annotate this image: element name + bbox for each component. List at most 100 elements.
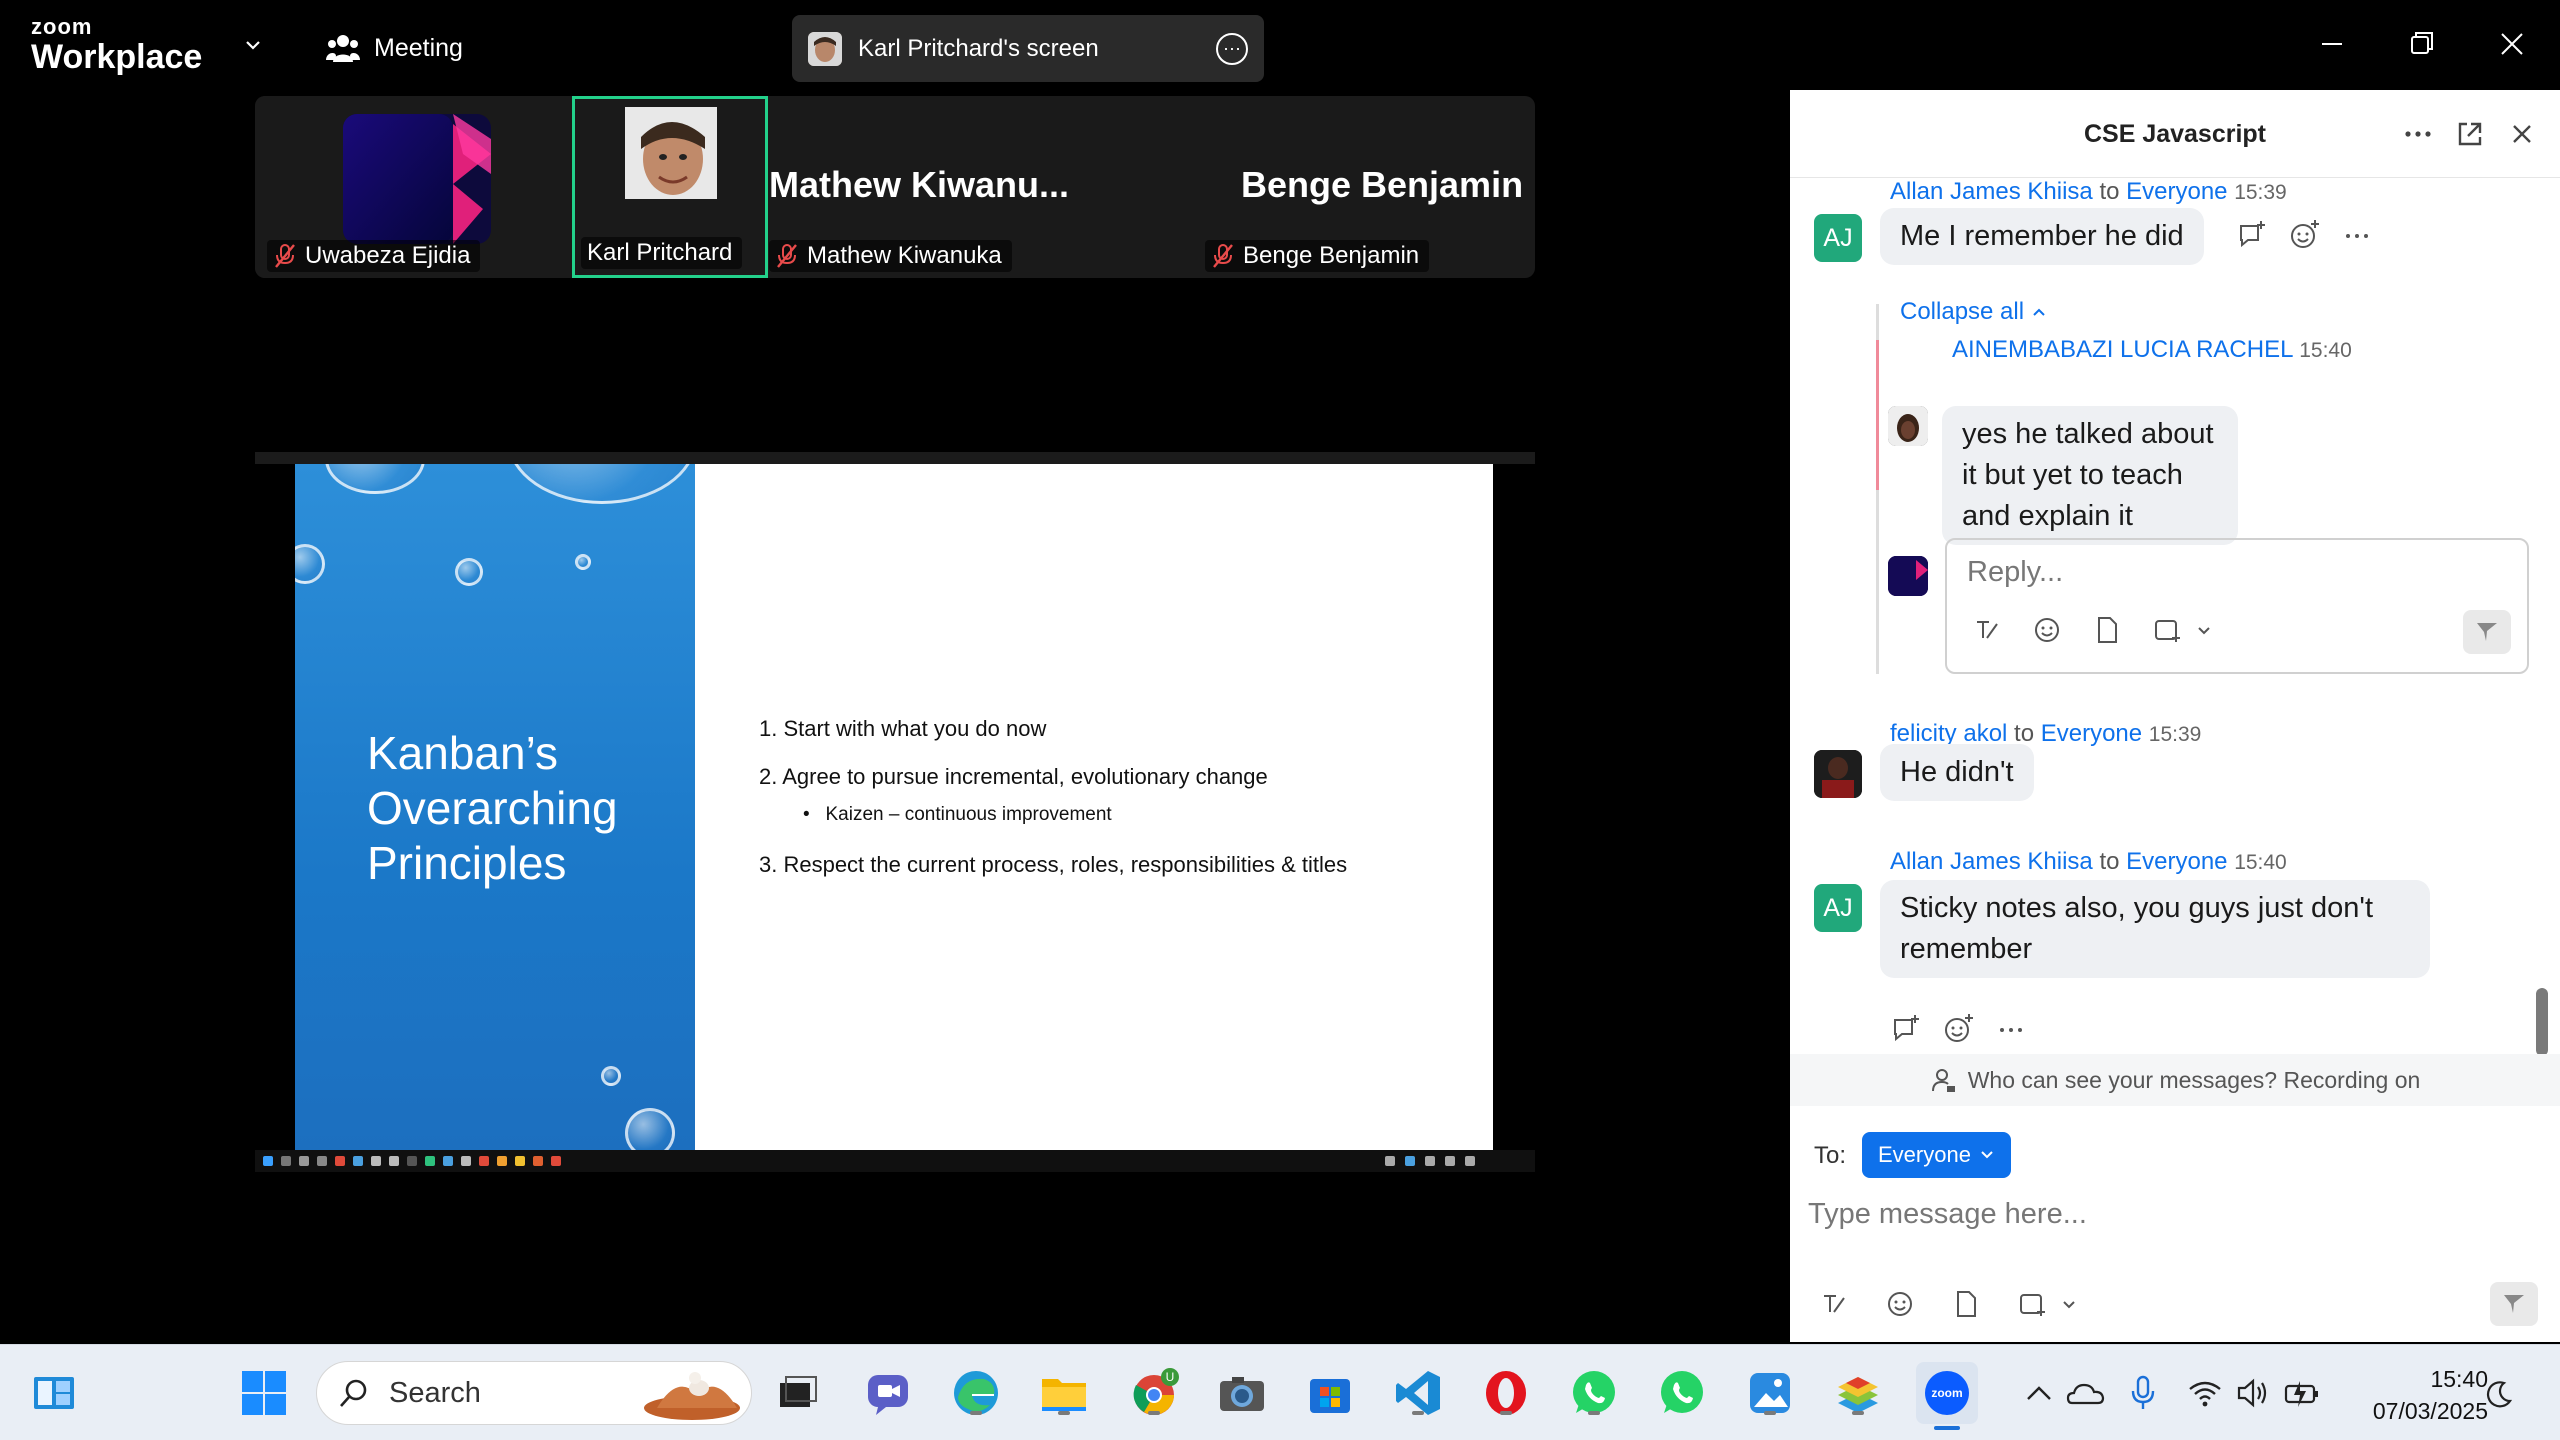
message-bubble[interactable]: He didn't xyxy=(1880,744,2034,801)
participant-display-name: Mathew Kiwanu... xyxy=(769,164,1070,205)
reply-thread-icon[interactable] xyxy=(1890,1012,1924,1046)
format-icon[interactable] xyxy=(1818,1288,1850,1320)
slide-left-panel: Kanban’s Overarching Principles xyxy=(295,464,695,1150)
avatar[interactable] xyxy=(1888,556,1928,596)
collapse-all-button[interactable]: Collapse all xyxy=(1900,298,2047,326)
reply-thread-icon[interactable] xyxy=(2236,218,2270,252)
emoji-icon[interactable] xyxy=(1884,1288,1916,1320)
to-word: to xyxy=(2014,720,2035,747)
file-icon[interactable] xyxy=(2091,614,2123,646)
meeting-button[interactable]: Meeting xyxy=(326,28,463,68)
visibility-notice[interactable]: Who can see your messages? Recording on xyxy=(1790,1054,2560,1106)
mic-muted-icon xyxy=(1213,244,1233,268)
message-bubble[interactable]: yes he talked about it but yet to teach … xyxy=(1942,406,2238,545)
screen-share-indicator[interactable]: Karl Pritchard's screen ⋯ xyxy=(792,15,1264,82)
more-icon[interactable] xyxy=(1994,1012,2028,1046)
whatsapp-icon[interactable] xyxy=(1566,1365,1622,1421)
recipient-dropdown[interactable]: Everyone xyxy=(1862,1132,2011,1178)
taskbar-clock[interactable]: 15:40 07/03/2025 xyxy=(2373,1363,2488,1427)
popout-icon[interactable] xyxy=(2454,118,2486,150)
presenter-avatar xyxy=(808,31,842,66)
chevron-down-icon[interactable] xyxy=(2060,1295,2078,1313)
volume-icon[interactable] xyxy=(2236,1377,2270,1409)
close-icon[interactable] xyxy=(2490,22,2534,66)
sender-name[interactable]: AINEMBABAZI LUCIA RACHEL xyxy=(1952,336,2293,363)
store-icon[interactable] xyxy=(1302,1365,1358,1421)
restore-icon[interactable] xyxy=(2400,22,2444,66)
zoom-logo: zoom Workplace xyxy=(31,16,202,75)
avatar[interactable]: AJ xyxy=(1814,214,1862,262)
chrome-icon[interactable]: U xyxy=(1126,1365,1182,1421)
sender-name[interactable]: Allan James Khiisa xyxy=(1890,178,2093,205)
participant-tile[interactable]: Mathew Kiwanu... Mathew Kiwanuka xyxy=(769,96,1085,278)
onedrive-icon[interactable] xyxy=(2066,1379,2106,1407)
participant-tile-active-speaker[interactable]: Karl Pritchard xyxy=(572,96,768,278)
edge-icon[interactable] xyxy=(948,1365,1004,1421)
message-bubble[interactable]: Sticky notes also, you guys just don't r… xyxy=(1880,880,2430,978)
participant-name: Karl Pritchard xyxy=(587,239,733,266)
close-icon[interactable] xyxy=(2506,118,2538,150)
opera-icon[interactable] xyxy=(1478,1365,1534,1421)
zoom-taskbar-icon[interactable]: zoom xyxy=(1916,1362,1978,1430)
chevron-down-icon[interactable] xyxy=(244,36,262,54)
microphone-icon[interactable] xyxy=(2130,1375,2156,1411)
zoom-window: zoom Workplace Meeting Karl Pritchard's … xyxy=(0,0,2560,1440)
task-view-icon[interactable] xyxy=(770,1365,826,1421)
add-reaction-icon[interactable] xyxy=(1942,1012,1976,1046)
teams-chat-icon[interactable] xyxy=(860,1365,916,1421)
photos-icon[interactable] xyxy=(1742,1365,1798,1421)
whatsapp-business-icon[interactable] xyxy=(1654,1365,1710,1421)
slide-title: Kanban’s Overarching Principles xyxy=(367,726,618,891)
bluestacks-icon[interactable] xyxy=(1830,1365,1886,1421)
participant-tile[interactable]: Benge Benjamin Benge Benjamin xyxy=(1205,96,1535,278)
avatar[interactable] xyxy=(1814,750,1862,798)
avatar[interactable] xyxy=(1888,406,1928,446)
screenshot-icon[interactable] xyxy=(2151,614,2183,646)
focus-moon-icon[interactable] xyxy=(2484,1379,2514,1409)
reply-toolbar xyxy=(1971,614,2213,646)
more-icon[interactable] xyxy=(2340,218,2374,252)
message-time: 15:39 xyxy=(2148,723,2202,746)
widgets-icon[interactable] xyxy=(26,1365,82,1421)
more-options-icon[interactable]: ⋯ xyxy=(1216,33,1248,65)
chevron-down-icon[interactable] xyxy=(2195,621,2213,639)
bubble-decoration xyxy=(507,464,695,504)
more-icon[interactable] xyxy=(2402,118,2434,150)
reply-placeholder[interactable]: Reply... xyxy=(1967,556,2063,589)
taskbar-search[interactable]: Search xyxy=(316,1361,752,1425)
file-icon[interactable] xyxy=(1950,1288,1982,1320)
slide-list-item: 2. Agree to pursue incremental, evolutio… xyxy=(759,764,1268,789)
format-icon[interactable] xyxy=(1971,614,2003,646)
running-indicator xyxy=(1058,1411,1070,1415)
screenshot-icon[interactable] xyxy=(2016,1288,2048,1320)
battery-icon[interactable] xyxy=(2284,1377,2320,1409)
search-placeholder: Search xyxy=(389,1376,481,1409)
message-bubble[interactable]: Me I remember he did xyxy=(1880,208,2204,265)
add-reaction-icon[interactable] xyxy=(2288,218,2322,252)
camera-icon[interactable] xyxy=(1214,1365,1270,1421)
file-explorer-icon[interactable] xyxy=(1036,1365,1092,1421)
message-input[interactable]: Type message here... xyxy=(1808,1198,2087,1231)
participant-tile[interactable]: Uwabeza Ejidia xyxy=(255,96,571,278)
minimize-icon[interactable] xyxy=(2310,22,2354,66)
search-highlight-icon xyxy=(644,1372,740,1420)
avatar[interactable]: AJ xyxy=(1814,884,1862,932)
wifi-icon[interactable] xyxy=(2188,1379,2222,1407)
reply-composer[interactable]: Reply... xyxy=(1945,538,2529,674)
shared-screen[interactable]: Kanban’s Overarching Principles 1. Start… xyxy=(255,452,1535,1172)
send-button[interactable] xyxy=(2490,1282,2538,1326)
recipient-name: Everyone xyxy=(2126,178,2228,205)
compose-toolbar xyxy=(1818,1288,2078,1320)
collapse-all-label: Collapse all xyxy=(1900,298,2025,325)
vscode-icon[interactable] xyxy=(1390,1365,1446,1421)
running-indicator xyxy=(1852,1411,1864,1415)
chevron-up-icon[interactable] xyxy=(2024,1383,2054,1403)
chat-scrollbar[interactable] xyxy=(2536,988,2548,1056)
slide-title-line: Principles xyxy=(367,837,567,889)
emoji-icon[interactable] xyxy=(2031,614,2063,646)
sender-name[interactable]: felicity akol xyxy=(1890,720,2007,747)
send-button[interactable] xyxy=(2463,610,2511,654)
sender-name[interactable]: Allan James Khiisa xyxy=(1890,848,2093,875)
bubble-decoration xyxy=(295,544,325,584)
start-icon[interactable] xyxy=(236,1365,292,1421)
